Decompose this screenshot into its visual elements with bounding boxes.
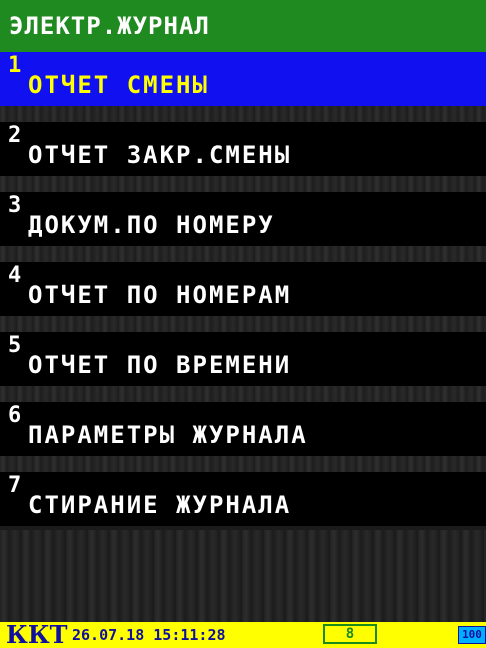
menu-item-label: ПАРАМЕТРЫ ЖУРНАЛА xyxy=(28,421,308,449)
status-bar: ККТ 26.07.18 15:11:28 8 100 xyxy=(0,622,486,648)
divider xyxy=(0,386,486,402)
menu-item-label: ОТЧЕТ СМЕНЫ xyxy=(28,71,209,99)
divider xyxy=(0,106,486,122)
menu-item-number: 7 xyxy=(8,473,22,498)
divider xyxy=(0,176,486,192)
battery-icon: 100 xyxy=(458,626,486,644)
menu-item-number: 6 xyxy=(8,403,22,428)
menu-item-erase-journal[interactable]: 7 СТИРАНИЕ ЖУРНАЛА xyxy=(0,472,486,526)
menu-item-label: ОТЧЕТ ЗАКР.СМЕНЫ xyxy=(28,141,292,169)
menu-item-number: 4 xyxy=(8,263,22,288)
menu-item-number: 5 xyxy=(8,333,22,358)
date-time: 26.07.18 15:11:28 xyxy=(72,626,226,644)
empty-menu-area xyxy=(0,530,486,622)
menu-item-number: 1 xyxy=(8,53,22,78)
menu-item-number: 3 xyxy=(8,193,22,218)
menu-item-report-by-numbers[interactable]: 4 ОТЧЕТ ПО НОМЕРАМ xyxy=(0,262,486,316)
screen: ЭЛЕКТР.ЖУРНАЛ 1 ОТЧЕТ СМЕНЫ 2 ОТЧЕТ ЗАКР… xyxy=(0,0,486,648)
menu-item-label: ОТЧЕТ ПО НОМЕРАМ xyxy=(28,281,292,309)
counter-badge: 8 xyxy=(323,624,377,644)
divider xyxy=(0,246,486,262)
device-label: ККТ xyxy=(6,620,68,648)
menu-item-shift-report[interactable]: 1 ОТЧЕТ СМЕНЫ xyxy=(0,52,486,106)
menu-item-label: ДОКУМ.ПО НОМЕРУ xyxy=(28,211,275,239)
menu-item-label: СТИРАНИЕ ЖУРНАЛА xyxy=(28,491,292,519)
screen-title: ЭЛЕКТР.ЖУРНАЛ xyxy=(0,0,486,52)
menu-item-journal-parameters[interactable]: 6 ПАРАМЕТРЫ ЖУРНАЛА xyxy=(0,402,486,456)
menu-item-label: ОТЧЕТ ПО ВРЕМЕНИ xyxy=(28,351,292,379)
menu-item-number: 2 xyxy=(8,123,22,148)
divider xyxy=(0,316,486,332)
menu-item-closed-shift-report[interactable]: 2 ОТЧЕТ ЗАКР.СМЕНЫ xyxy=(0,122,486,176)
menu-item-document-by-number[interactable]: 3 ДОКУМ.ПО НОМЕРУ xyxy=(0,192,486,246)
divider xyxy=(0,456,486,472)
menu-item-report-by-time[interactable]: 5 ОТЧЕТ ПО ВРЕМЕНИ xyxy=(0,332,486,386)
